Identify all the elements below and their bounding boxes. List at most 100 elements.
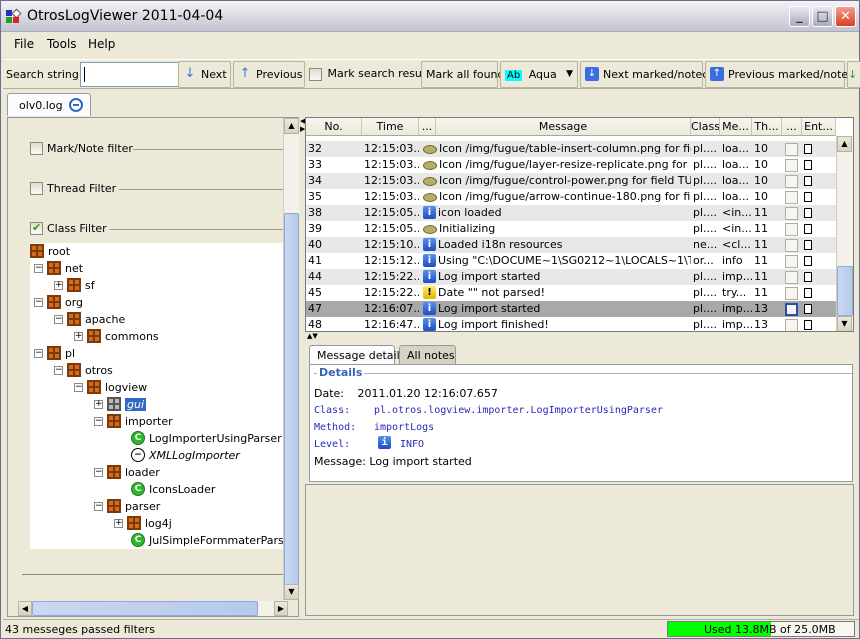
collapse-icon[interactable]: − [34,263,43,273]
note-icon[interactable] [804,144,812,154]
tree-node[interactable]: − pl [34,346,75,363]
table-row[interactable]: 48 12:16:47... i Log import finished! pl....… [306,317,836,331]
tree-node[interactable]: C JulSimpleFormmaterParser [114,533,295,550]
note-icon[interactable] [804,256,812,266]
menu-help[interactable]: Help [88,37,115,51]
scroll-down-icon[interactable]: ▼ [284,584,299,600]
collapse-icon[interactable]: − [54,365,63,375]
checkbox[interactable] [30,182,43,195]
title-bar[interactable]: OtrosLogViewer 2011-04-04 _ □ ✕ [1,1,859,32]
column-header[interactable]: Me... [720,118,752,136]
mark-color-select[interactable]: Ab Aqua ▼ [500,61,578,88]
mark-all-found-button[interactable]: Mark all found [421,61,505,88]
checkbox-checked[interactable]: ✔ [30,221,43,235]
tree-node[interactable]: + log4j [114,516,172,533]
maximize-button[interactable]: □ [812,6,833,27]
tree-node[interactable]: − XMLLogImporter [114,448,240,465]
next-marked-button[interactable]: ↓ Next marked/noted [580,61,709,88]
note-icon[interactable] [804,176,812,186]
tree-node[interactable]: root [30,244,70,261]
collapse-icon[interactable]: − [94,501,103,511]
collapse-icon[interactable]: − [34,297,43,307]
column-header[interactable]: Class [691,118,720,136]
column-header[interactable]: ... [419,118,436,136]
tree-node[interactable]: − org [34,295,83,312]
note-icon[interactable] [804,304,812,314]
close-button[interactable]: ✕ [835,6,856,27]
scroll-left-icon[interactable]: ◀ [18,601,32,616]
mark-checkbox[interactable] [785,319,798,331]
mark-checkbox[interactable] [785,159,798,172]
scroll-thumb[interactable] [837,266,853,316]
expand-icon[interactable]: + [114,518,123,528]
note-icon[interactable] [804,208,812,218]
tree-node[interactable]: − otros [54,363,113,380]
tree-node[interactable]: C IconsLoader [114,482,215,499]
overflow-button[interactable]: ↓ [847,61,860,88]
table-row[interactable]: 35 12:15:03... Icon /img/fugue/arrow-conti… [306,189,836,205]
tree-node[interactable]: − net [34,261,83,278]
column-header[interactable]: No. [306,118,362,136]
filters-vertical-scrollbar[interactable]: ▲ ▼ [283,118,299,600]
table-row[interactable]: 44 12:15:22... i Log import started pl.... im… [306,269,836,285]
class-filter[interactable]: ✔ Class Filter [30,221,290,237]
note-icon[interactable] [804,192,812,202]
note-icon[interactable] [804,272,812,282]
note-icon[interactable] [804,160,812,170]
tree-node[interactable]: C LogImporterUsingParser [114,431,282,448]
mark-checkbox[interactable] [785,271,798,284]
tree-node[interactable]: + sf [54,278,95,295]
table-row[interactable]: 45 12:15:22...! Date "" not parsed! pl.... t… [306,285,836,301]
table-vertical-scrollbar[interactable]: ▲ ▼ [836,136,853,331]
note-icon[interactable] [804,224,812,234]
tab-olv0-log[interactable]: olv0.log [7,93,91,116]
tree-node[interactable]: − loader [94,465,160,482]
note-icon[interactable] [804,288,812,298]
checkbox[interactable] [30,142,43,155]
checkbox[interactable] [309,67,322,81]
table-row[interactable]: 32 12:15:03... Icon /img/fugue/table-inser… [306,141,836,157]
column-header[interactable]: Th... [752,118,782,136]
previous-button[interactable]: ↑ Previous [233,61,305,88]
tree-node[interactable]: − logview [74,380,147,397]
tab-message-detail[interactable]: Message detail [309,345,400,364]
table-row[interactable]: 40 12:15:10... i Loaded i18n resources ne...… [306,237,836,253]
table-row[interactable]: 34 12:15:03... Icon /img/fugue/control-pow… [306,173,836,189]
mark-note-filter[interactable]: Mark/Note filter [30,141,290,157]
expand-icon[interactable]: + [74,331,83,341]
collapse-icon[interactable]: − [94,467,103,477]
column-header[interactable]: Time [362,118,419,136]
note-icon[interactable] [804,240,812,250]
scroll-down-icon[interactable]: ▼ [837,316,852,331]
collapse-icon[interactable]: − [94,416,103,426]
tree-node[interactable]: − importer [94,414,173,431]
tree-node[interactable]: − parser [94,499,160,516]
expand-icon[interactable]: + [54,280,63,290]
horizontal-splitter-arrows-icon[interactable]: ▲▼ [307,332,318,340]
mark-checkbox[interactable] [785,255,798,268]
collapse-icon[interactable]: − [74,382,83,392]
search-input[interactable] [80,62,179,87]
table-row[interactable]: 33 12:15:03... Icon /img/fugue/layer-resiz… [306,157,836,173]
menu-tools[interactable]: Tools [47,37,77,51]
mark-checkbox[interactable] [785,287,798,300]
mark-search-result-checkbox[interactable]: Mark search result [309,67,429,81]
minimize-button[interactable]: _ [789,6,810,27]
scroll-up-icon[interactable]: ▲ [284,118,299,134]
mark-checkbox[interactable] [785,207,798,220]
tree-node[interactable]: + gui [94,397,147,414]
mark-checkbox[interactable] [785,239,798,252]
table-row[interactable]: 47 12:16:07... i Log import started pl.... im… [306,301,836,317]
mark-checkbox[interactable] [785,191,798,204]
menu-file[interactable]: File [14,37,34,51]
thread-filter[interactable]: Thread Filter [30,181,290,197]
tree-node[interactable]: − apache [54,312,125,329]
table-row[interactable]: 38 12:15:05... i icon loaded pl.... <in... 11 [306,205,836,221]
scroll-up-icon[interactable]: ▲ [837,136,852,152]
mark-checkbox[interactable] [785,223,798,236]
table-row[interactable]: 39 12:15:05... Initializing pl.... <in... 11 [306,221,836,237]
column-header[interactable]: Ent... [802,118,836,136]
scroll-thumb[interactable] [284,213,299,585]
memory-usage-bar[interactable]: Used 13.8MB of 25.0MB [667,621,855,637]
table-row[interactable]: 41 12:15:12... i Using "C:\DOCUME~1\SG0212~… [306,253,836,269]
